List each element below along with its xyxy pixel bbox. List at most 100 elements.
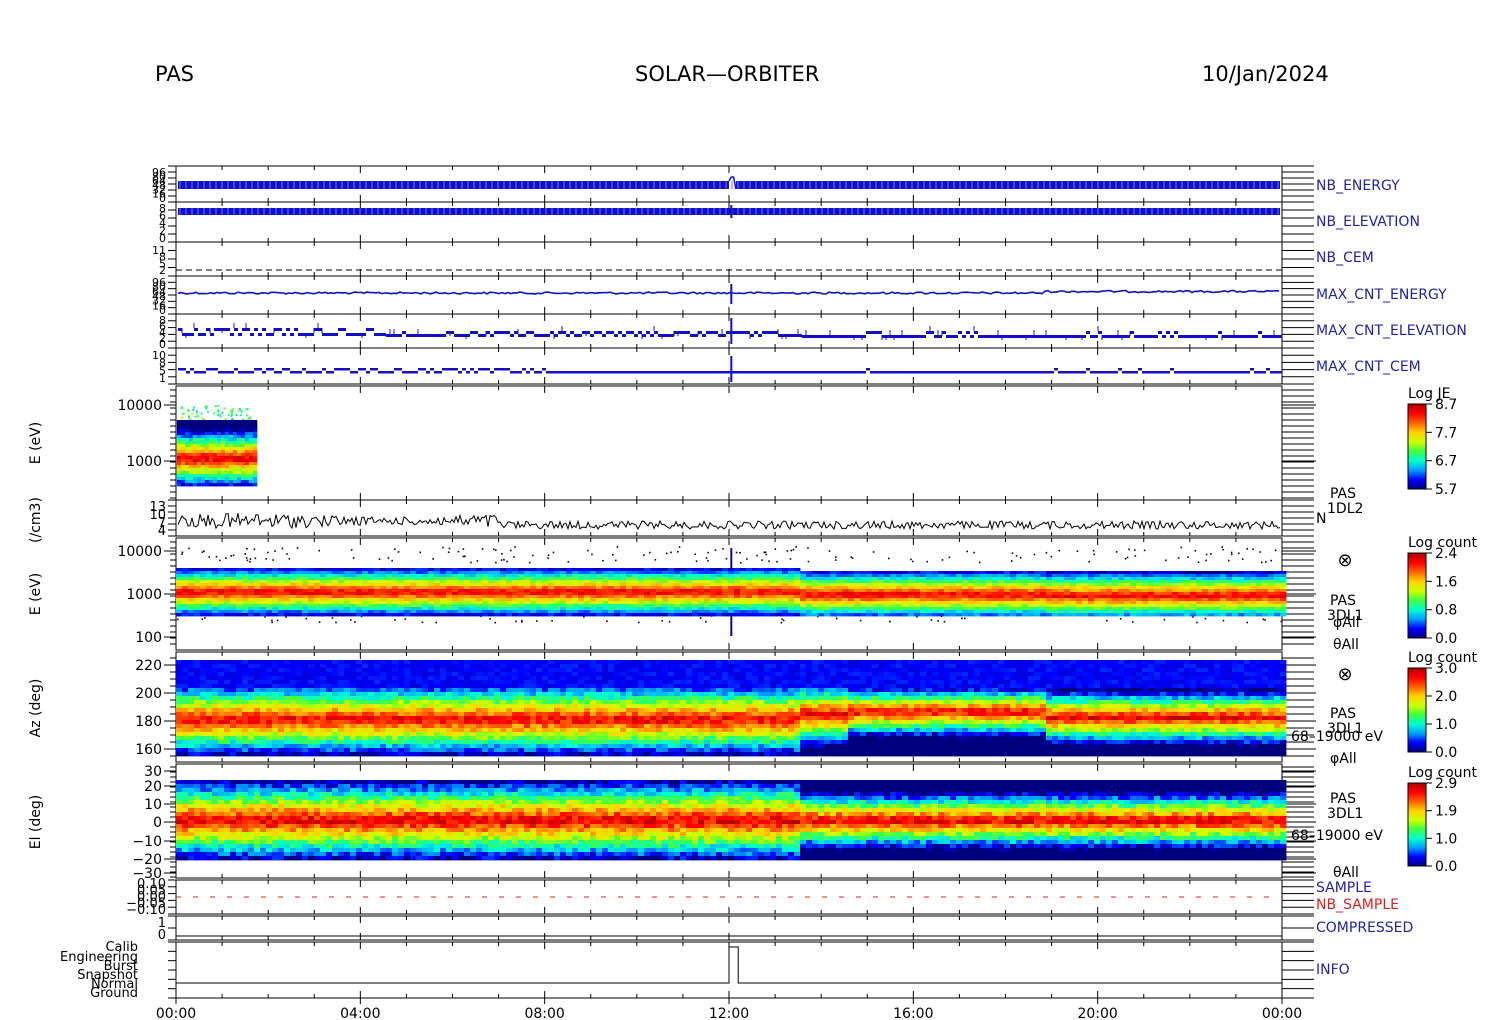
spectrogram-cell [788, 568, 795, 572]
spectrogram-cell [1136, 607, 1143, 611]
spectrogram-cell [542, 574, 549, 578]
spectrogram-cell [240, 444, 246, 448]
spectrogram-cell [872, 580, 879, 584]
spectrogram-speck [276, 619, 279, 622]
spectrogram-cell [518, 598, 525, 602]
spectrogram-cell [518, 574, 525, 578]
spectrogram-speck [521, 621, 523, 623]
spectrogram-speck [215, 555, 218, 558]
spectrogram-cell [192, 438, 198, 442]
spectrogram-cell [192, 468, 198, 472]
max_cnt_elevation-trace [178, 318, 1282, 344]
spectrogram-cell [218, 589, 225, 593]
trace-seg [666, 334, 670, 337]
spectrogram-speck [201, 551, 204, 554]
spectrogram-cell [620, 589, 627, 593]
spectrogram-cell [1016, 592, 1023, 596]
spectrogram-cell [252, 477, 258, 481]
spectrogram-cell [788, 604, 795, 608]
spectrogram-cell [236, 438, 242, 442]
spectrogram-cell [242, 571, 249, 575]
spectrogram-cell [920, 595, 927, 599]
spectrogram-cell [254, 595, 261, 599]
spectrogram-cell [228, 426, 234, 430]
spectrogram-cell [794, 586, 801, 590]
spectrogram-cell [476, 577, 483, 581]
spectrogram-cell [692, 571, 699, 575]
spec_1-colorbar: Log JE8.77.76.75.7 [1407, 386, 1457, 498]
spectrogram-cell [950, 601, 957, 605]
spectrogram-cell [854, 574, 861, 578]
spectrogram-cell [764, 592, 771, 596]
spectrogram-cell [998, 586, 1005, 590]
spectrogram-cell [632, 613, 639, 617]
spectrogram-cell [224, 589, 231, 593]
spectrogram-cell [998, 574, 1005, 578]
trace-seg [1110, 335, 1114, 338]
spectrogram-cell [632, 574, 639, 578]
spectrogram-cell [872, 604, 879, 608]
trace-seg [602, 371, 606, 374]
spectrogram-cell [638, 610, 645, 614]
spectrogram-cell [584, 568, 591, 572]
spectrogram-cell [812, 610, 819, 614]
spectrogram-cell [248, 474, 254, 478]
spectrogram-cell [176, 450, 182, 454]
spectrogram-cell [410, 598, 417, 602]
trace-seg [1210, 335, 1214, 338]
spectrogram-cell [356, 598, 363, 602]
spectrogram-cell [644, 568, 651, 572]
spectrogram-cell [260, 601, 267, 605]
spectrogram-cell [734, 571, 741, 575]
spectrogram-cell [944, 604, 951, 608]
spectrogram-cell [220, 462, 226, 466]
spectrogram-cell [818, 613, 825, 617]
spectrogram-cell [1058, 598, 1065, 602]
spectrogram-cell [380, 610, 387, 614]
spectrogram-cell [332, 577, 339, 581]
spectrogram-cell [240, 465, 246, 469]
spectrogram-cell [458, 571, 465, 575]
spectrogram-cell [614, 589, 621, 593]
spectrogram-cell [818, 589, 825, 593]
spectrogram-cell [1106, 577, 1113, 581]
spectrogram-cell [674, 586, 681, 590]
spectrogram-cell [662, 610, 669, 614]
spectrogram-cell [1016, 580, 1023, 584]
spectrogram-cell [416, 610, 423, 614]
spectrogram-cell [290, 610, 297, 614]
spectrogram-cell [632, 577, 639, 581]
spectrogram-cell [192, 444, 198, 448]
spectrogram-cell [500, 601, 507, 605]
trace-seg [774, 331, 778, 334]
trace-seg [602, 334, 606, 337]
spectrogram-cell [482, 601, 489, 605]
spectrogram-cell [192, 465, 198, 469]
spectrogram-cell [932, 577, 939, 581]
spectrogram-cell [950, 589, 957, 593]
spectrogram-cell [506, 598, 513, 602]
spectrogram-cell [920, 586, 927, 590]
spectrogram-cell [764, 613, 771, 617]
spectrogram-cell [812, 577, 819, 581]
trace-seg [302, 368, 306, 371]
spectrogram-cell [368, 595, 375, 599]
spectrogram-cell [356, 589, 363, 593]
spectrogram-cell [1016, 598, 1023, 602]
spectrogram-speck [792, 548, 795, 551]
spectrogram-speck [1143, 549, 1146, 552]
spectrogram-cell [216, 480, 222, 484]
spectrogram-cell [356, 613, 363, 617]
spectrogram-cell [1100, 589, 1107, 593]
spectrogram-cell [932, 604, 939, 608]
spectrogram-cell [542, 589, 549, 593]
spectrogram-cell [200, 610, 207, 614]
trace-seg [802, 371, 806, 374]
trace-seg [670, 334, 674, 337]
spectrogram-cell [176, 462, 182, 466]
spectrogram-cell [308, 601, 315, 605]
spectrogram-cell [1046, 571, 1053, 575]
spectrogram-speck [181, 551, 184, 554]
spectrogram-cell [192, 435, 198, 439]
spectrogram-cell [548, 607, 555, 611]
